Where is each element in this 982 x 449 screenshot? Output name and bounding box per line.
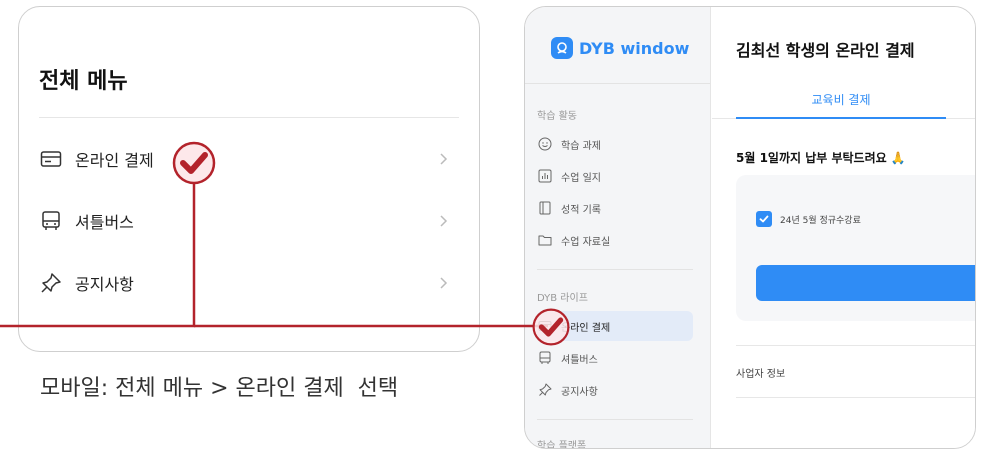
divider: [39, 117, 459, 118]
chart-icon: [537, 168, 553, 184]
desktop-window-panel: DYB window 학습 활동 학습 과제 수업 일지 성적 기록 수업 자료…: [524, 6, 976, 449]
sidebar-item-label: 공지사항: [561, 386, 598, 398]
chevron-right-icon: [433, 149, 453, 169]
divider: [736, 397, 975, 398]
sidebar-item-label: 수업 자료실: [561, 236, 611, 248]
mobile-item-online-payment[interactable]: 온라인 결제: [39, 139, 459, 179]
mobile-item-label: 온라인 결제: [75, 151, 154, 170]
bus-icon: [39, 209, 63, 233]
payment-box: 24년 5월 정규수강료: [736, 175, 975, 321]
sidebar-item-label: 수업 일지: [561, 172, 601, 184]
page-title: 김최선 학생의 온라인 결제: [736, 41, 915, 60]
pin-icon: [537, 382, 553, 398]
logo[interactable]: DYB window: [551, 37, 689, 59]
mobile-item-label: 셔틀버스: [75, 213, 134, 232]
sidebar-item-label: 셔틀버스: [561, 354, 598, 366]
card-icon: [39, 147, 63, 171]
tab-tuition-payment[interactable]: 교육비 결제: [736, 79, 946, 119]
logo-text: DYB window: [579, 38, 690, 58]
sidebar-item-homework[interactable]: 학습 과제: [537, 129, 693, 159]
chevron-right-icon: [433, 211, 453, 231]
mobile-menu-title: 전체 메뉴: [39, 69, 128, 94]
sidebar-section-title: DYB 라이프: [537, 293, 588, 304]
payment-notice: 5월 1일까지 납부 부탁드려요 🙏: [736, 151, 906, 165]
pin-icon: [39, 271, 63, 295]
payment-item-label: 24년 5월 정규수강료: [780, 215, 861, 226]
dyb-logo-icon: [551, 37, 573, 59]
book-icon: [537, 200, 553, 216]
sidebar-item-grades[interactable]: 성적 기록: [537, 193, 693, 223]
mobile-caption: 모바일: 전체 메뉴 > 온라인 결제 선택: [40, 376, 399, 401]
sidebar-section-title: 학습 플랫폼: [537, 441, 587, 449]
sidebar: DYB window 학습 활동 학습 과제 수업 일지 성적 기록 수업 자료…: [525, 7, 711, 448]
bus-icon: [537, 350, 553, 366]
mobile-menu-panel: 전체 메뉴 온라인 결제 셔틀버스 공지사항: [18, 6, 480, 352]
divider: [537, 419, 693, 420]
checkmark-marker-icon: [171, 140, 217, 186]
divider: [525, 83, 710, 84]
mobile-item-label: 공지사항: [75, 275, 134, 294]
sidebar-item-label: 성적 기록: [561, 204, 601, 216]
sidebar-section-title: 학습 활동: [537, 111, 577, 122]
payment-item-row[interactable]: 24년 5월 정규수강료: [756, 211, 861, 227]
business-info-label[interactable]: 사업자 정보: [736, 365, 785, 380]
divider: [736, 345, 975, 346]
sidebar-item-notices[interactable]: 공지사항: [537, 375, 693, 405]
mobile-item-shuttle-bus[interactable]: 셔틀버스: [39, 201, 459, 241]
pay-button[interactable]: [756, 265, 975, 301]
checkmark-marker-icon: [531, 307, 571, 347]
sidebar-item-shuttle-bus[interactable]: 셔틀버스: [537, 343, 693, 373]
chevron-right-icon: [433, 273, 453, 293]
sidebar-item-class-log[interactable]: 수업 일지: [537, 161, 693, 191]
divider: [537, 269, 693, 270]
main-content: 김최선 학생의 온라인 결제 교육비 결제 5월 1일까지 납부 부탁드려요 🙏…: [712, 7, 975, 448]
checkbox-checked-icon[interactable]: [756, 211, 772, 227]
sidebar-item-label: 학습 과제: [561, 140, 601, 152]
smile-icon: [537, 136, 553, 152]
folder-icon: [537, 232, 553, 248]
mobile-item-notices[interactable]: 공지사항: [39, 263, 459, 303]
tab-bar: 교육비 결제: [712, 79, 975, 119]
sidebar-item-materials[interactable]: 수업 자료실: [537, 225, 693, 255]
tab-active-indicator: [736, 117, 946, 119]
